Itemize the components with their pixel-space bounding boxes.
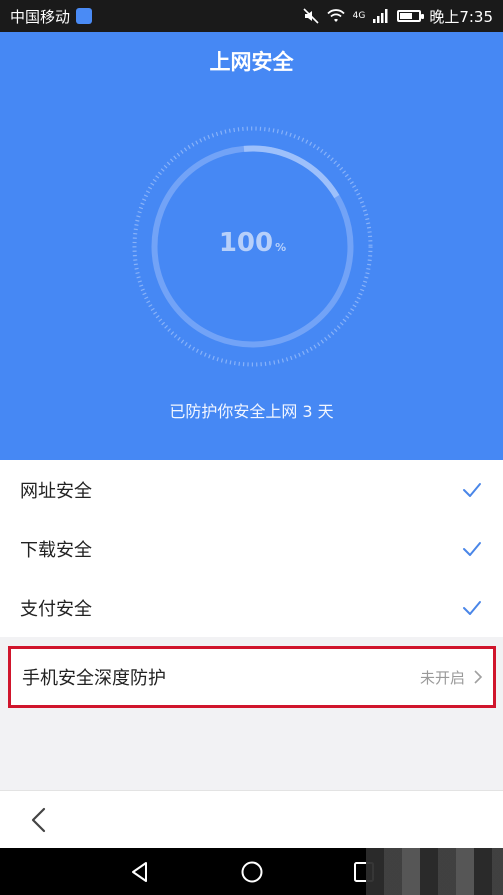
status-bar: 中国移动 4G 晚上7:35 [0, 0, 503, 32]
carrier-label: 中国移动 [10, 7, 71, 26]
wifi-icon [326, 9, 345, 22]
clock: 晚上7:35 [429, 7, 493, 26]
list-item-label: 支付安全 [20, 598, 92, 620]
list-item-url-security[interactable]: 网址安全 [0, 460, 503, 519]
page-title: 上网安全 [209, 50, 294, 74]
nav-back-icon[interactable] [128, 860, 152, 884]
app-notification-icon [76, 8, 93, 24]
back-arrow-icon[interactable] [28, 807, 52, 833]
deep-protection-status: 未开启 [420, 667, 483, 688]
list-item-payment-security[interactable]: 支付安全 [0, 578, 503, 637]
list-item-download-security[interactable]: 下载安全 [0, 519, 503, 578]
checkmark-icon [463, 541, 481, 556]
checkmark-icon [463, 600, 481, 615]
mute-icon [303, 8, 319, 24]
chevron-right-icon [474, 670, 483, 684]
checkmark-icon [463, 482, 481, 497]
security-header: 上网安全 100% 已防护你安全上网 3 天 [0, 32, 503, 460]
battery-icon [397, 10, 425, 22]
list-item-label: 下载安全 [20, 539, 92, 561]
network-type-label: 4G [352, 11, 366, 21]
battery-level [400, 13, 413, 19]
security-score-unit: % [275, 241, 287, 254]
list-item-label: 网址安全 [20, 480, 92, 502]
security-score: 100% [130, 228, 375, 258]
nav-home-icon[interactable] [240, 860, 264, 884]
deep-protection-label: 手机安全深度防护 [22, 668, 166, 689]
empty-area [0, 712, 503, 790]
security-score-value: 100 [218, 228, 274, 258]
status-right: 4G 晚上7:35 [303, 6, 493, 27]
deep-protection-status-text: 未开启 [419, 668, 465, 687]
signal-icon [373, 9, 388, 23]
status-left: 中国移动 [10, 6, 93, 27]
deep-protection-row[interactable]: 手机安全深度防护 未开启 [8, 646, 496, 708]
bottom-toolbar [0, 790, 503, 848]
security-item-list: 网址安全 下载安全 支付安全 [0, 460, 503, 637]
pixelated-overlay [366, 848, 503, 895]
protection-days-text: 已防护你安全上网 3 天 [169, 402, 334, 421]
